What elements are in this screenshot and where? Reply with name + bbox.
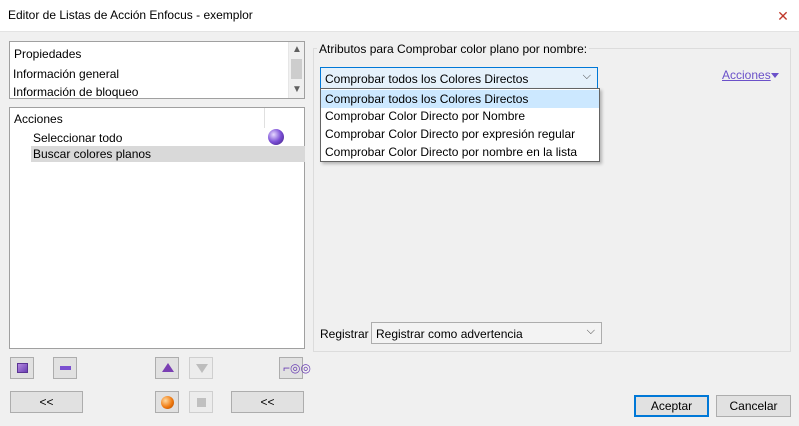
accept-label: Aceptar [650, 399, 693, 413]
preview-button[interactable]: ⌐◎◎ [279, 357, 311, 379]
add-action-button[interactable] [10, 357, 34, 379]
move-up-button[interactable] [155, 357, 179, 379]
collapse-left-label: << [39, 395, 54, 409]
attributes-group-label: Atributos para Comprobar color plano por… [317, 42, 590, 56]
arrow-down-icon [196, 364, 208, 373]
spot-color-check-dropdown[interactable]: Comprobar todos los Colores Directos Com… [320, 88, 600, 162]
scroll-thumb[interactable] [291, 59, 302, 79]
actions-header: Acciones [14, 112, 63, 126]
register-value: Registrar como advertencia [376, 327, 523, 341]
accept-button[interactable]: Aceptar [634, 395, 709, 417]
actions-list[interactable]: Acciones Seleccionar todo Buscar colores… [9, 107, 305, 349]
action-item-select-all[interactable]: Seleccionar todo [33, 131, 122, 145]
action-item-find-spot-colors[interactable]: Buscar colores planos [31, 146, 305, 162]
chevron-down-icon: ⌵ [582, 70, 591, 82]
stop-button[interactable] [189, 391, 213, 413]
cancel-button[interactable]: Cancelar [716, 395, 791, 417]
arrow-up-icon [162, 363, 174, 372]
option-check-by-regex[interactable]: Comprobar Color Directo por expresión re… [321, 125, 599, 143]
purple-sphere-icon [268, 129, 284, 145]
stop-icon [197, 398, 206, 407]
glasses-icon: ⌐◎◎ [283, 361, 311, 375]
option-check-by-list[interactable]: Comprobar Color Directo por nombre en la… [321, 143, 599, 161]
scroll-down-icon[interactable]: ▼ [289, 82, 305, 98]
collapse-right-label: << [260, 395, 275, 409]
general-info-item[interactable]: Información general [13, 67, 119, 81]
scroll-up-icon[interactable]: ▲ [289, 42, 305, 58]
properties-list[interactable]: Propiedades Información general Informac… [9, 41, 305, 99]
properties-scrollbar[interactable]: ▲ ▼ [288, 42, 304, 98]
orange-sphere-icon [161, 396, 174, 409]
option-check-all[interactable]: Comprobar todos los Colores Directos [321, 90, 599, 108]
close-icon[interactable]: ✕ [767, 0, 799, 32]
actions-link[interactable]: Acciones [722, 68, 771, 82]
properties-item[interactable]: Propiedades [14, 47, 81, 61]
collapse-right-button[interactable]: << [231, 391, 304, 413]
chevron-down-icon: ⌵ [586, 325, 595, 337]
cancel-label: Cancelar [729, 399, 778, 413]
action-item-label: Buscar colores planos [33, 147, 152, 161]
caret-down-icon [771, 73, 779, 78]
collapse-left-button[interactable]: << [10, 391, 83, 413]
spot-color-check-value: Comprobar todos los Colores Directos [325, 72, 529, 86]
run-button[interactable] [155, 391, 179, 413]
lock-info-item[interactable]: Información de bloqueo [13, 85, 138, 99]
option-check-by-name[interactable]: Comprobar Color Directo por Nombre [321, 107, 599, 125]
column-divider [264, 108, 265, 128]
register-select[interactable]: Registrar como advertencia ⌵ [371, 322, 602, 344]
title-bar: Editor de Listas de Acción Enfocus - exe… [0, 0, 799, 32]
spot-color-check-select[interactable]: Comprobar todos los Colores Directos ⌵ [320, 67, 598, 89]
remove-action-button[interactable] [53, 357, 77, 379]
move-down-button[interactable] [189, 357, 213, 379]
register-label: Registrar [320, 327, 369, 341]
add-icon [17, 363, 28, 373]
minus-icon [60, 366, 71, 370]
window-title: Editor de Listas de Acción Enfocus - exe… [8, 8, 253, 22]
